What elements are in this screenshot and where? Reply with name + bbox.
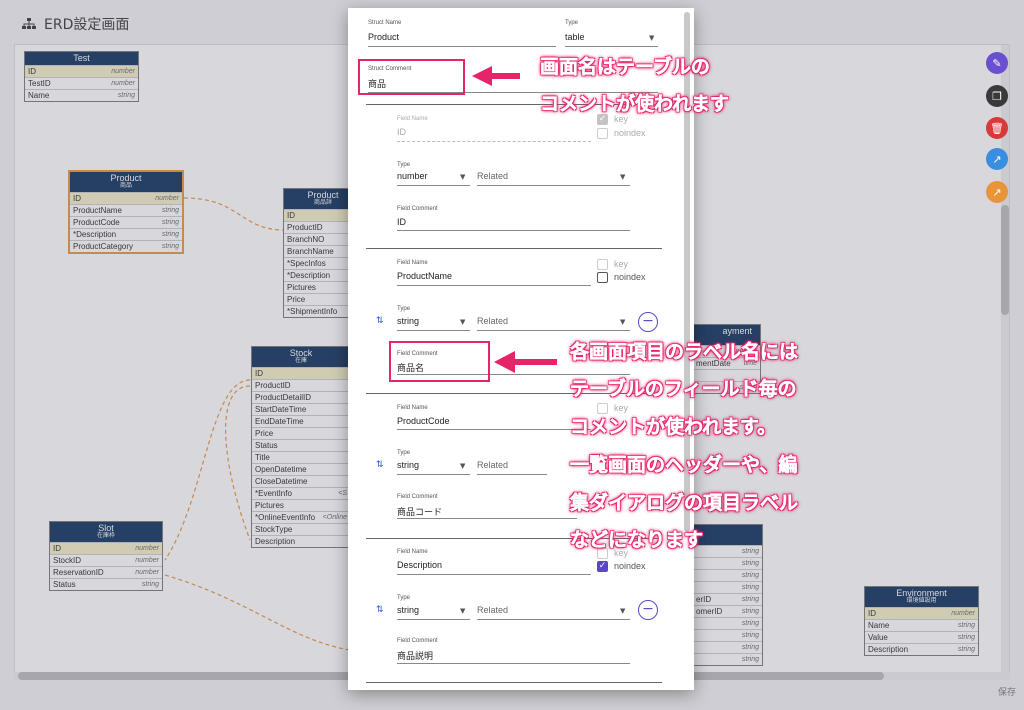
- annotation-line: 各画面項目のラベル名には: [570, 341, 799, 363]
- annotation-line: コメントが使われます: [540, 93, 730, 115]
- annotation-line: 画面名はテーブルの: [540, 56, 710, 78]
- annotation-line: テーブルのフィールド毎の: [570, 378, 797, 400]
- annotation-line: コメントが使われます。: [570, 416, 777, 438]
- callout-arrows: [472, 66, 557, 373]
- annotation-line: 一覧画面のヘッダーや、編: [570, 454, 798, 476]
- annotation-line: 集ダイアログの項目ラベル: [570, 492, 799, 514]
- annotation-line: などになります: [570, 529, 704, 551]
